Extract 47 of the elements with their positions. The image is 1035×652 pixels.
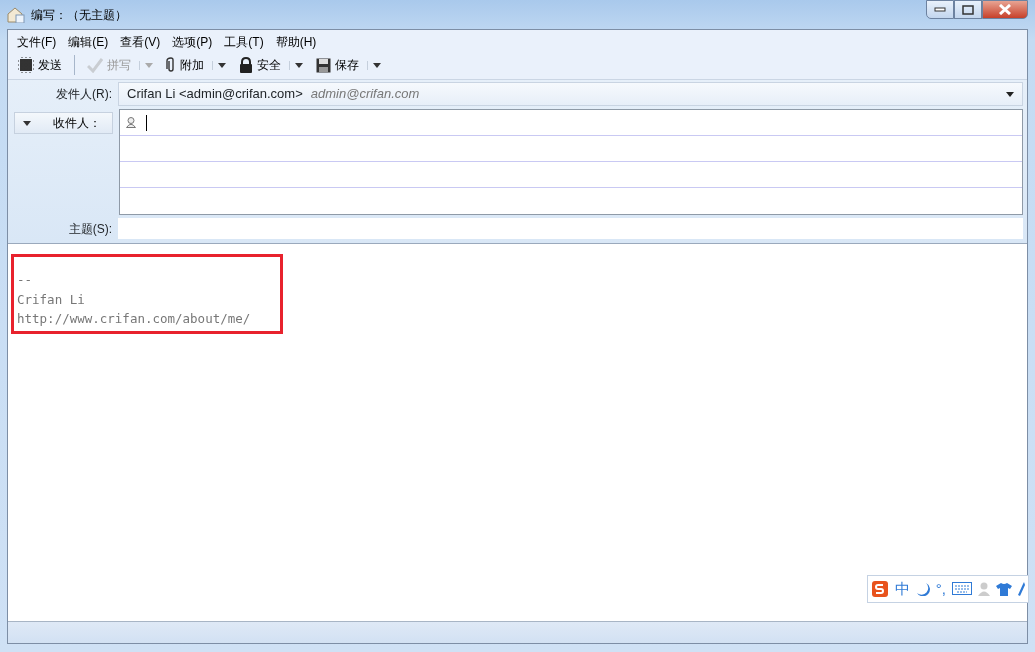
close-icon — [998, 4, 1012, 15]
save-button[interactable]: 保存 — [310, 54, 365, 76]
menu-item[interactable]: 编辑(E) — [62, 32, 115, 52]
caret-icon — [295, 62, 303, 68]
dropdown-arrow-icon — [1006, 91, 1014, 97]
subject-label: 主题(S): — [67, 220, 113, 238]
signature-line: http://www.crifan.com/about/me/ — [17, 310, 251, 328]
punctuation-mode-text[interactable]: °, — [935, 577, 946, 600]
maximize-button[interactable] — [954, 0, 982, 19]
maximize-icon — [962, 4, 974, 15]
caret-icon — [145, 62, 153, 68]
send-button[interactable]: 发送 — [12, 54, 68, 76]
message-body[interactable]: -- Crifan Li http://www.crifan.com/about/me/ 中 °, — [8, 244, 1027, 621]
recipient-list[interactable] — [119, 109, 1023, 215]
menu-item[interactable]: 工具(T) — [218, 32, 270, 52]
from-label: 发件人(R): — [55, 86, 113, 103]
menu-item[interactable]: 文件(F) — [11, 32, 63, 52]
attach-button[interactable]: 附加 — [160, 54, 210, 76]
signature-line: Crifan Li — [17, 290, 86, 309]
input-mode-text[interactable]: 中 — [894, 577, 910, 600]
paperclip-icon — [166, 57, 176, 73]
signature-line: -- — [17, 271, 34, 289]
menu-item[interactable]: 选项(P) — [166, 32, 219, 52]
menu-item[interactable]: 帮助(H) — [269, 32, 323, 52]
from-dropdown[interactable]: Crifan Li <admin@crifan.com> admin@crifan.com — [118, 82, 1023, 106]
caret-icon — [373, 62, 381, 68]
caret-icon — [23, 120, 31, 126]
lock-icon — [239, 57, 253, 73]
minimize-button[interactable] — [926, 0, 954, 19]
checkmark-icon — [87, 57, 103, 73]
caret-icon — [218, 62, 226, 68]
recipient-type-button[interactable]: 收件人： — [14, 112, 113, 134]
menu-item[interactable]: 查看(V) — [114, 32, 167, 52]
compose-mail-icon — [7, 6, 25, 23]
window-title: 编写：（无主题） — [31, 6, 127, 24]
keyboard-icon[interactable] — [952, 582, 972, 596]
wrench-icon[interactable] — [1018, 581, 1025, 596]
minimize-icon — [934, 7, 946, 12]
text-cursor — [146, 114, 147, 131]
subject-field[interactable] — [118, 218, 1023, 239]
moon-icon[interactable] — [915, 581, 930, 596]
shirt-icon[interactable] — [996, 581, 1012, 596]
person-icon — [126, 117, 136, 128]
security-button[interactable]: 安全 — [233, 54, 287, 76]
chip-icon — [18, 57, 34, 73]
close-button[interactable] — [982, 0, 1028, 19]
input-method-logo-icon — [870, 579, 889, 598]
